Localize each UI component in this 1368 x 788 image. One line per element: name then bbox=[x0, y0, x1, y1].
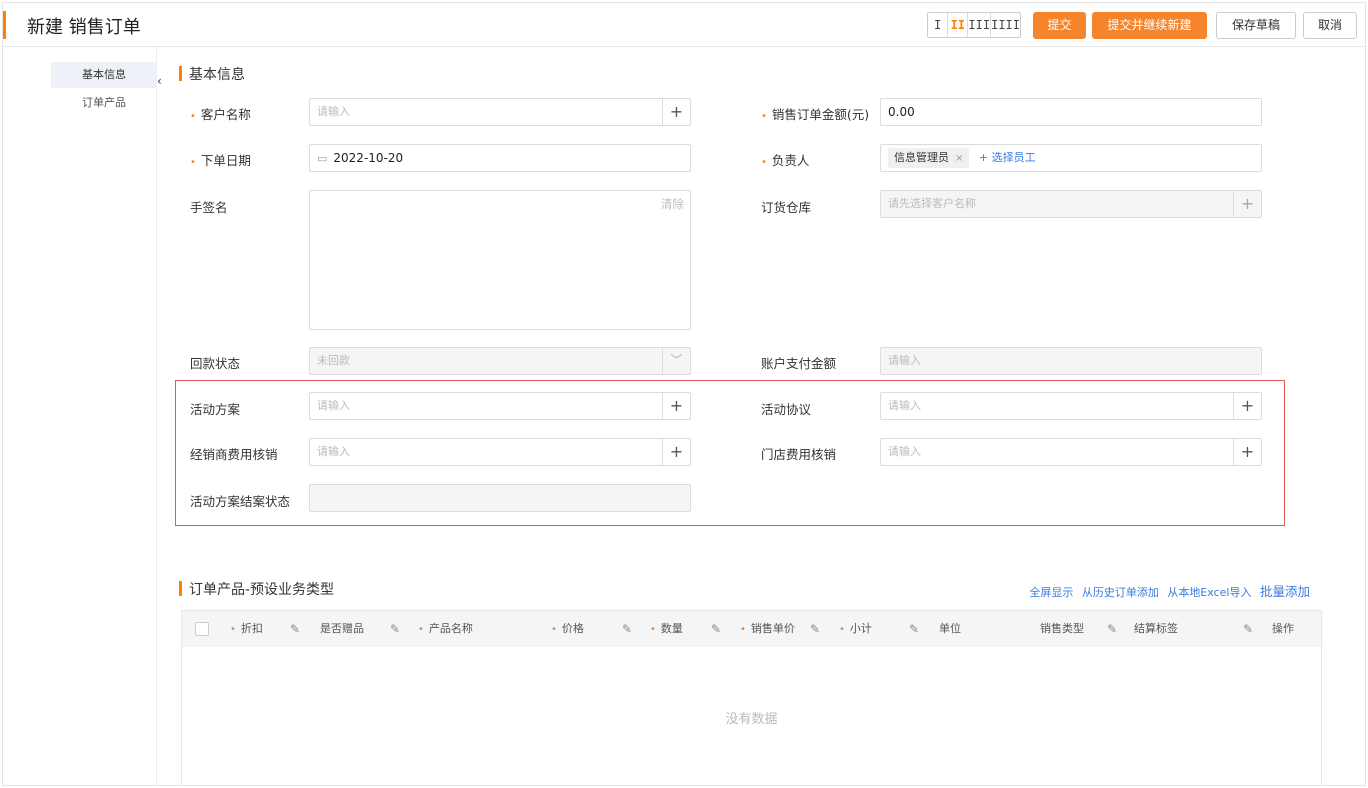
required-icon: • bbox=[761, 111, 767, 122]
store-fee-placeholder: 请输入 bbox=[888, 445, 921, 458]
page-header: 新建 销售订单 I II III IIII 提交 提交并继续新建 保存草稿 取消 bbox=[3, 3, 1365, 47]
column-is-gift[interactable]: 是否赠品 bbox=[320, 611, 364, 647]
activity-plan-input[interactable]: 请输入 + bbox=[309, 392, 691, 420]
batch-add-link[interactable]: 批量添加 bbox=[1260, 584, 1310, 599]
section-title-products: 订单产品-预设业务类型 bbox=[179, 579, 334, 599]
amount-value: 0.00 bbox=[888, 105, 915, 119]
required-icon: • bbox=[190, 157, 196, 168]
calendar-icon: ▭ bbox=[317, 152, 328, 165]
activity-plan-placeholder: 请输入 bbox=[317, 399, 350, 412]
section-title-basic: 基本信息 bbox=[179, 64, 245, 84]
section-nav: 基本信息 订单产品 bbox=[3, 47, 157, 785]
warehouse-label: 订货仓库 bbox=[761, 200, 812, 215]
table-header: • 折扣 ✎ 是否赠品 ✎ • 产品名称 • 价格 ✎ • 数量 ✎ • 销售单价 ✎ •… bbox=[182, 611, 1321, 647]
amount-label: • 销售订单金额(元) bbox=[761, 107, 870, 122]
submit-and-new-button[interactable]: 提交并继续新建 bbox=[1092, 12, 1207, 39]
order-date-label: • 下单日期 bbox=[190, 153, 251, 168]
add-activity-agreement-plus-icon[interactable]: + bbox=[1233, 393, 1261, 419]
header-accent-bar bbox=[3, 11, 6, 39]
column-subtotal[interactable]: • 小计 bbox=[839, 611, 872, 647]
activity-agreement-placeholder: 请输入 bbox=[888, 399, 921, 412]
add-dealer-fee-plus-icon[interactable]: + bbox=[662, 439, 690, 465]
layout-4-column[interactable]: IIII bbox=[991, 13, 1020, 37]
activity-agreement-label: 活动协议 bbox=[761, 402, 812, 417]
pencil-icon[interactable]: ✎ bbox=[909, 611, 919, 647]
owner-tag: 信息管理员 × bbox=[888, 148, 970, 168]
activity-close-label: 活动方案结案状态 bbox=[190, 494, 291, 509]
owner-input[interactable]: 信息管理员 × + 选择员工 bbox=[880, 144, 1262, 172]
add-store-fee-plus-icon[interactable]: + bbox=[1233, 439, 1261, 465]
order-date-input[interactable]: ▭ 2022-10-20 bbox=[309, 144, 691, 172]
column-actions: 操作 bbox=[1272, 622, 1294, 635]
add-from-history-link[interactable]: 从历史订单添加 bbox=[1082, 586, 1159, 599]
empty-state-text: 没有数据 bbox=[725, 712, 778, 727]
product-actions: 全屏显示 从历史订单添加 从本地Excel导入 批量添加 bbox=[1024, 581, 1310, 600]
page-title: 新建 销售订单 bbox=[27, 17, 141, 38]
payment-status-label: 回款状态 bbox=[190, 356, 241, 371]
activity-plan-label: 活动方案 bbox=[190, 402, 241, 417]
column-discount[interactable]: • 折扣 bbox=[230, 611, 263, 647]
sales-order-form: 新建 销售订单 I II III IIII 提交 提交并继续新建 保存草稿 取消… bbox=[2, 2, 1366, 786]
save-draft-button[interactable]: 保存草稿 bbox=[1216, 12, 1296, 39]
column-layout-switch: I II III IIII bbox=[927, 12, 1021, 38]
add-customer-plus-icon[interactable]: + bbox=[662, 99, 690, 125]
column-product-name[interactable]: • 产品名称 bbox=[418, 611, 473, 647]
layout-3-column[interactable]: III bbox=[968, 13, 992, 37]
column-sales-type[interactable]: 销售类型 bbox=[1040, 611, 1084, 647]
collapse-sidebar-icon[interactable]: ‹ bbox=[157, 74, 168, 104]
payment-amount-label: 账户支付金额 bbox=[761, 356, 837, 371]
column-quantity[interactable]: • 数量 bbox=[650, 611, 683, 647]
nav-item-basic-info[interactable]: 基本信息 bbox=[51, 62, 157, 88]
pencil-icon[interactable]: ✎ bbox=[711, 611, 721, 647]
warehouse-input[interactable]: 请先选择客户名称 + bbox=[880, 190, 1262, 218]
customer-placeholder: 请输入 bbox=[317, 105, 350, 118]
pencil-icon[interactable]: ✎ bbox=[1107, 611, 1117, 647]
store-fee-label: 门店费用核销 bbox=[761, 447, 837, 462]
signature-pad[interactable]: 清除 bbox=[309, 190, 691, 330]
submit-button[interactable]: 提交 bbox=[1033, 12, 1086, 39]
activity-close-input bbox=[309, 484, 691, 512]
cancel-button[interactable]: 取消 bbox=[1303, 12, 1357, 39]
column-settlement-tag[interactable]: 结算标签 bbox=[1134, 611, 1178, 647]
remove-tag-icon[interactable]: × bbox=[955, 153, 963, 164]
add-warehouse-plus-icon[interactable]: + bbox=[1233, 191, 1261, 217]
customer-input[interactable]: 请输入 + bbox=[309, 98, 691, 126]
customer-label: • 客户名称 bbox=[190, 107, 251, 122]
dealer-fee-label: 经销商费用核销 bbox=[190, 447, 278, 462]
signature-label: 手签名 bbox=[190, 200, 228, 215]
column-unit[interactable]: 单位 bbox=[939, 611, 961, 647]
pencil-icon[interactable]: ✎ bbox=[622, 611, 632, 647]
select-all-checkbox[interactable] bbox=[195, 622, 209, 636]
store-fee-input[interactable]: 请输入 + bbox=[880, 438, 1262, 466]
order-date-value: 2022-10-20 bbox=[333, 151, 404, 165]
payment-status-value: 未回款 bbox=[317, 354, 350, 367]
chevron-down-icon[interactable]: ﹀ bbox=[662, 348, 690, 374]
payment-status-select[interactable]: 未回款 ﹀ bbox=[309, 347, 691, 375]
select-employee-link[interactable]: + 选择员工 bbox=[979, 151, 1036, 164]
required-icon: • bbox=[190, 111, 196, 122]
payment-amount-placeholder: 请输入 bbox=[888, 354, 921, 367]
required-icon: • bbox=[761, 157, 767, 168]
column-unit-price[interactable]: • 销售单价 bbox=[740, 611, 795, 647]
column-price[interactable]: • 价格 bbox=[551, 611, 584, 647]
clear-signature-button[interactable]: 清除 bbox=[661, 196, 684, 212]
warehouse-placeholder: 请先选择客户名称 bbox=[888, 197, 976, 210]
dealer-fee-input[interactable]: 请输入 + bbox=[309, 438, 691, 466]
pencil-icon[interactable]: ✎ bbox=[390, 611, 400, 647]
amount-input[interactable]: 0.00 bbox=[880, 98, 1262, 126]
import-excel-link[interactable]: 从本地Excel导入 bbox=[1167, 586, 1251, 599]
layout-2-column[interactable]: II bbox=[948, 13, 969, 37]
activity-agreement-input[interactable]: 请输入 + bbox=[880, 392, 1262, 420]
dealer-fee-placeholder: 请输入 bbox=[317, 445, 350, 458]
nav-item-order-products[interactable]: 订单产品 bbox=[51, 90, 157, 116]
add-activity-plan-plus-icon[interactable]: + bbox=[662, 393, 690, 419]
product-table: • 折扣 ✎ 是否赠品 ✎ • 产品名称 • 价格 ✎ • 数量 ✎ • 销售单价 ✎ •… bbox=[181, 610, 1322, 785]
pencil-icon[interactable]: ✎ bbox=[290, 611, 300, 647]
layout-1-column[interactable]: I bbox=[928, 13, 949, 37]
owner-label: • 负责人 bbox=[761, 153, 810, 168]
payment-amount-input[interactable]: 请输入 bbox=[880, 347, 1262, 375]
pencil-icon[interactable]: ✎ bbox=[810, 611, 820, 647]
fullscreen-link[interactable]: 全屏显示 bbox=[1029, 586, 1073, 599]
pencil-icon[interactable]: ✎ bbox=[1243, 611, 1253, 647]
